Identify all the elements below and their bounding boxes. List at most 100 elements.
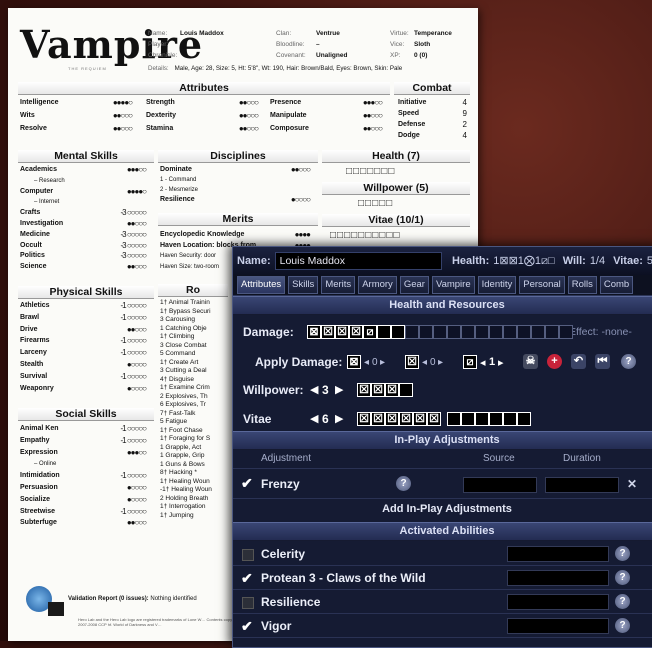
skill-row: Drive ●●○○○ [20, 325, 147, 335]
ability-field[interactable] [507, 546, 609, 562]
tab-attributes[interactable]: Attributes [237, 276, 286, 294]
willpower-decrement-button[interactable]: ◀ [310, 383, 318, 396]
ability-field[interactable] [507, 570, 609, 586]
health-title: Health (7) [322, 150, 470, 163]
ability-help-icon[interactable]: ? [615, 594, 630, 609]
track-box[interactable] [475, 412, 489, 426]
specialty-row: 1 - Command [160, 175, 310, 185]
lethal-increment-button[interactable]: ▸ [438, 357, 443, 368]
track-box[interactable] [461, 412, 475, 426]
ability-checkbox[interactable]: ✔ [241, 570, 253, 587]
bashing-decrement-button[interactable]: ◂ [480, 356, 486, 369]
ability-field[interactable] [507, 618, 609, 634]
aggravated-increment-button[interactable]: ▸ [380, 357, 385, 368]
tab-gear[interactable]: Gear [399, 276, 429, 294]
skill-dots: -3 ○○○○○ [120, 229, 147, 239]
frenzy-source-field[interactable] [463, 477, 537, 493]
track-box[interactable] [433, 325, 447, 339]
attribute-name: Stamina [146, 125, 174, 132]
vitae-label: Vitae: [613, 255, 643, 267]
skull-icon[interactable]: ☠ [523, 354, 538, 369]
track-box[interactable] [545, 325, 559, 339]
inplay-header: In-Play Adjustments [233, 431, 652, 450]
undo-icon[interactable]: ↶ [571, 354, 586, 369]
skill-name: 2 - Mesmerize [160, 187, 199, 193]
tab-armory[interactable]: Armory [358, 276, 397, 294]
track-box[interactable] [475, 325, 489, 339]
track-box[interactable] [489, 325, 503, 339]
combat-row: Dodge 4 [398, 131, 467, 141]
tab-personal[interactable]: Personal [519, 276, 565, 294]
track-box[interactable] [405, 325, 419, 339]
lethal-decrement-button[interactable]: ◂ [422, 357, 427, 368]
willpower-increment-button[interactable]: ▶ [335, 383, 343, 396]
ability-help-icon[interactable]: ? [615, 618, 630, 633]
combat-stat-value: 2 [462, 120, 468, 129]
add-inplay-button[interactable]: Add In-Play Adjustments [233, 503, 652, 515]
skill-row: Dominate ●●○○○ [160, 165, 311, 175]
skill-dots: -3 ○○○○○ [120, 208, 147, 218]
divider [233, 613, 652, 614]
ability-help-icon[interactable]: ? [615, 570, 630, 585]
vitae-increment-button[interactable]: ▶ [335, 412, 343, 425]
vitae-decrement-button[interactable]: ◀ [310, 412, 318, 425]
frenzy-label: Frenzy [261, 477, 300, 491]
track-box[interactable] [447, 325, 461, 339]
track-box[interactable] [517, 412, 531, 426]
ability-field[interactable] [507, 594, 609, 610]
validation-report: Validation Report (0 issues): Nothing id… [68, 596, 197, 602]
combat-row: Defense 2 [398, 120, 468, 130]
track-box[interactable] [517, 325, 531, 339]
aggravated-glyph: ⊠ [349, 356, 359, 368]
skill-name: Brawl [20, 313, 40, 321]
skill-row: Empathy -1 ○○○○○ [20, 436, 147, 446]
track-box[interactable] [559, 325, 573, 339]
attribute-name: Resolve [20, 125, 47, 132]
heal-icon[interactable]: + [547, 354, 562, 369]
health-value: 1⊠⊠1⨂1⧄□ [493, 255, 555, 267]
tab-skills[interactable]: Skills [288, 276, 319, 294]
lethal-count: 0 [430, 357, 436, 368]
attribute-dots: ●●○○○ [112, 111, 133, 120]
skill-name: Survival [20, 372, 48, 380]
skill-row: Investigation ●●○○○ [20, 219, 147, 229]
health-label: Health: [451, 255, 490, 267]
tab-vampire[interactable]: Vampire [431, 276, 475, 294]
combat-stat-name: Defense [398, 121, 426, 128]
roll-item: 1† Healing Woun [160, 477, 210, 485]
track-box[interactable] [503, 412, 517, 426]
track-box[interactable] [391, 325, 405, 339]
skill-row: Encyclopedic Knowledge ●●●● [160, 230, 311, 240]
bashing-increment-button[interactable]: ▸ [498, 356, 504, 369]
specialty-row: – Online [34, 459, 160, 469]
roll-item: 2 Explosives, Th [160, 392, 208, 400]
skill-dots: -3 ○○○○○ [120, 251, 147, 261]
track-box[interactable] [489, 412, 503, 426]
skill-row: Weaponry ●○○○○ [20, 384, 147, 394]
ability-help-icon[interactable]: ? [615, 546, 630, 561]
ability-checkbox[interactable] [242, 597, 254, 609]
tab-comb[interactable]: Comb [599, 276, 634, 294]
ability-checkbox[interactable]: ✔ [241, 618, 253, 635]
track-box[interactable] [399, 383, 413, 397]
rewind-icon[interactable]: ⏮ [595, 354, 610, 369]
frenzy-checkbox[interactable]: ✔ [241, 475, 253, 492]
ability-checkbox[interactable] [242, 549, 254, 561]
tab-rolls[interactable]: Rolls [567, 276, 597, 294]
tab-identity[interactable]: Identity [477, 276, 517, 294]
tab-merits[interactable]: Merits [321, 276, 356, 294]
name-field[interactable]: Louis Maddox [274, 252, 442, 270]
close-icon[interactable]: ✕ [627, 477, 637, 491]
track-box[interactable] [377, 325, 391, 339]
track-box[interactable] [503, 325, 517, 339]
frenzy-help-icon[interactable]: ? [396, 476, 411, 491]
frenzy-duration-field[interactable] [545, 477, 619, 493]
track-box[interactable] [461, 325, 475, 339]
skill-dots: ●●○○○ [126, 518, 147, 528]
track-box[interactable] [419, 325, 433, 339]
track-box[interactable] [531, 325, 545, 339]
damage-help-icon[interactable]: ? [621, 354, 636, 369]
aggravated-decrement-button[interactable]: ◂ [364, 357, 369, 368]
vitae-label: Vitae [243, 412, 272, 426]
track-box[interactable] [447, 412, 461, 426]
